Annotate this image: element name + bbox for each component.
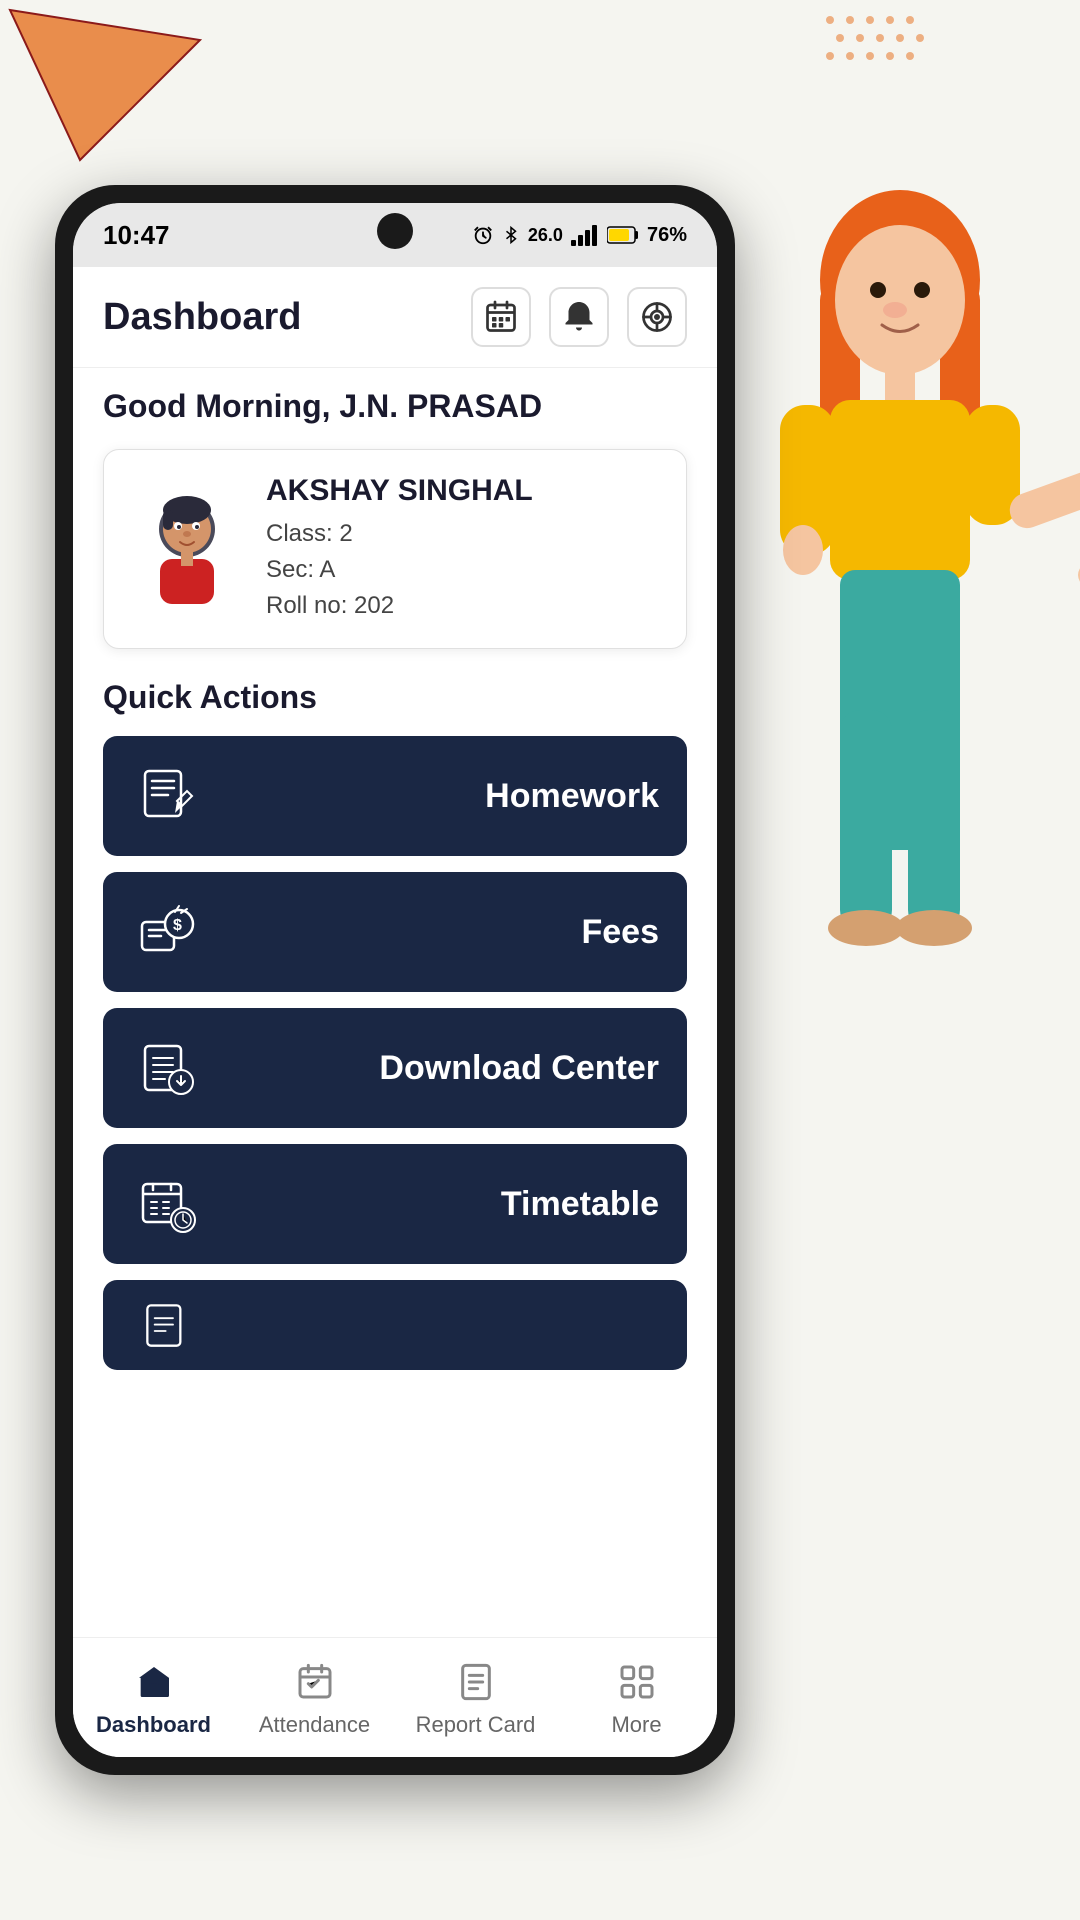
- timetable-button[interactable]: Timetable: [103, 1144, 687, 1264]
- download-center-label: Download Center: [223, 1049, 659, 1088]
- page-title: Dashboard: [103, 296, 301, 339]
- bottom-navigation: Dashboard Attendance: [73, 1637, 717, 1757]
- camera-notch: [377, 213, 413, 249]
- sync-button[interactable]: [627, 287, 687, 347]
- exam-schedule-icon: [131, 1289, 203, 1361]
- student-info: AKSHAY SINGHAL Class: 2 Sec: A Roll no: …: [266, 474, 658, 624]
- status-bar: 10:47 26.0: [73, 203, 717, 267]
- fees-icon: $: [131, 896, 203, 968]
- main-content: Good Morning, J.N. PRASAD: [73, 368, 717, 1637]
- sync-icon: [639, 299, 675, 335]
- timetable-label: Timetable: [223, 1185, 659, 1224]
- header-actions: [471, 287, 687, 347]
- student-avatar: [132, 494, 242, 604]
- battery-icon: [607, 225, 639, 245]
- nav-attendance-label: Attendance: [259, 1712, 370, 1738]
- calendar-button[interactable]: [471, 287, 531, 347]
- download-center-button[interactable]: Download Center: [103, 1008, 687, 1128]
- svg-text:$: $: [173, 917, 182, 934]
- phone-screen: 10:47 26.0: [73, 203, 717, 1757]
- bg-dots-decoration: [820, 10, 1000, 110]
- bell-icon: [561, 299, 597, 335]
- calendar-icon: [483, 299, 519, 335]
- nav-more[interactable]: More: [556, 1658, 717, 1738]
- status-time: 10:47: [103, 220, 170, 251]
- fees-button[interactable]: $ Fees: [103, 872, 687, 992]
- student-name: AKSHAY SINGHAL: [266, 474, 658, 508]
- nav-dashboard-label: Dashboard: [96, 1712, 211, 1738]
- download-center-icon: [131, 1032, 203, 1104]
- exam-schedule-button[interactable]: [103, 1280, 687, 1370]
- bg-triangle-decoration: [0, 0, 220, 180]
- nav-report-card[interactable]: Report Card: [395, 1658, 556, 1738]
- student-card[interactable]: AKSHAY SINGHAL Class: 2 Sec: A Roll no: …: [103, 449, 687, 649]
- more-icon: [613, 1658, 661, 1706]
- home-icon: [130, 1658, 178, 1706]
- status-icons: 26.0 76%: [472, 224, 687, 247]
- app-header: Dashboard: [73, 267, 717, 368]
- nav-more-label: More: [611, 1712, 661, 1738]
- fees-label: Fees: [223, 913, 659, 952]
- signal-icon: [571, 224, 599, 246]
- nav-report-card-label: Report Card: [416, 1712, 536, 1738]
- homework-button[interactable]: Homework: [103, 736, 687, 856]
- student-roll: Roll no: 202: [266, 588, 658, 624]
- character-illustration: [690, 180, 1080, 1580]
- alarm-icon: [472, 224, 494, 246]
- homework-label: Homework: [223, 777, 659, 816]
- student-section: Sec: A: [266, 552, 658, 588]
- timetable-icon: [131, 1168, 203, 1240]
- quick-actions-title: Quick Actions: [103, 679, 687, 716]
- battery-percent: 76%: [647, 224, 687, 247]
- speed-indicator: 26.0: [528, 225, 563, 246]
- greeting-text: Good Morning, J.N. PRASAD: [103, 388, 687, 425]
- student-class: Class: 2: [266, 516, 658, 552]
- attendance-icon: [291, 1658, 339, 1706]
- bluetooth-icon: [502, 224, 520, 246]
- nav-dashboard[interactable]: Dashboard: [73, 1658, 234, 1738]
- homework-icon: [131, 760, 203, 832]
- notification-button[interactable]: [549, 287, 609, 347]
- nav-attendance[interactable]: Attendance: [234, 1658, 395, 1738]
- report-icon: [452, 1658, 500, 1706]
- phone-frame: 10:47 26.0: [55, 185, 735, 1775]
